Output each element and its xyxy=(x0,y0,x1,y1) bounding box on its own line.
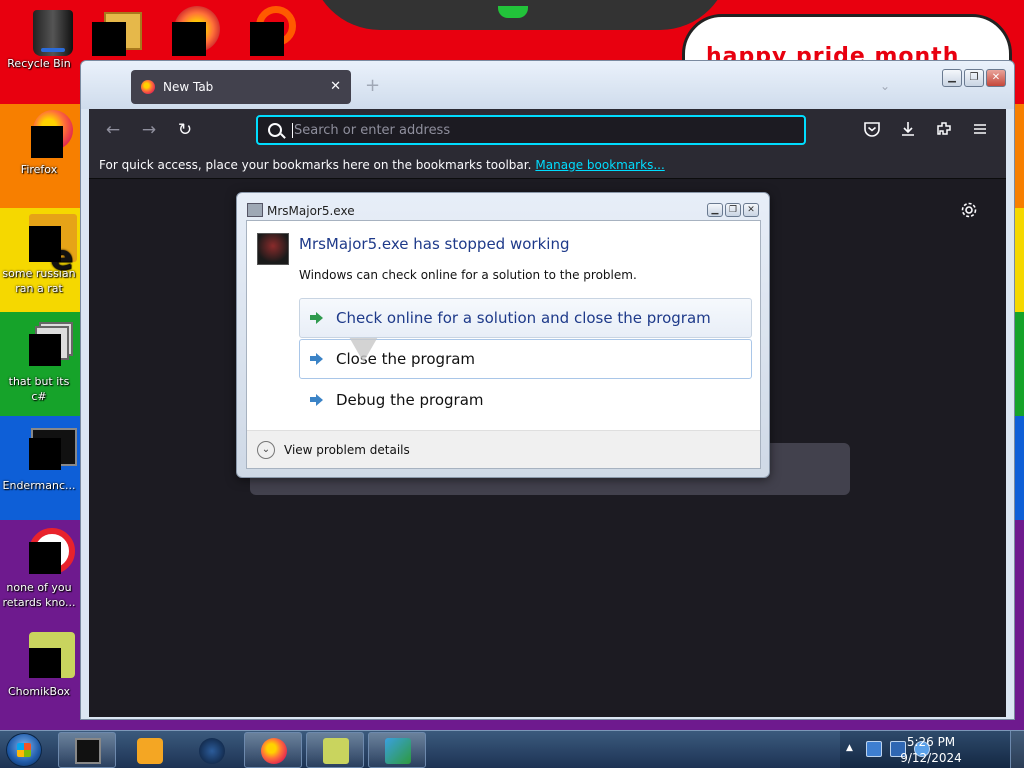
url-bar[interactable]: Search or enter address xyxy=(256,115,806,145)
taskbar-app-firefox[interactable] xyxy=(244,732,302,768)
desktop-icon-browser[interactable] xyxy=(170,6,224,60)
desktop-icon-label: ChomikBox xyxy=(8,685,70,698)
navigation-toolbar: ← → ↻ Search or enter address xyxy=(89,109,1006,151)
desktop-icon-files[interactable] xyxy=(92,6,146,60)
minimize-button[interactable]: ▁ xyxy=(942,69,962,87)
chomikbox-icon xyxy=(15,632,75,680)
menu-icon[interactable] xyxy=(970,120,990,140)
recycle-bin-icon xyxy=(15,4,73,56)
firefox-icon xyxy=(141,80,155,94)
pocket-icon[interactable] xyxy=(862,120,882,140)
download-icon[interactable] xyxy=(898,120,918,140)
arrow-right-icon xyxy=(310,393,324,407)
taskbar-app-opera[interactable] xyxy=(182,732,240,768)
tray-app-icon[interactable] xyxy=(866,741,882,757)
terminal-icon xyxy=(75,738,101,764)
tab-new-tab[interactable]: New Tab ✕ xyxy=(131,70,351,104)
tray-expand-icon[interactable]: ▲ xyxy=(846,743,853,753)
chomikbox-icon xyxy=(323,738,349,764)
bookmarks-prompt: For quick access, place your bookmarks h… xyxy=(99,157,532,172)
arrow-right-icon xyxy=(310,311,324,325)
toolbar-actions xyxy=(862,120,990,140)
file-icon xyxy=(15,322,73,370)
url-placeholder: Search or enter address xyxy=(294,122,451,138)
close-tab-icon[interactable]: ✕ xyxy=(330,79,341,94)
taskbar-app-chomikbox[interactable] xyxy=(306,732,364,768)
extensions-icon[interactable] xyxy=(934,120,954,140)
taskbar-app-installer[interactable] xyxy=(368,732,426,768)
desktop-icon-firefox[interactable]: Firefox xyxy=(0,110,78,177)
back-button[interactable]: ← xyxy=(101,119,125,141)
chevron-down-icon[interactable]: ⌄ xyxy=(257,440,275,459)
close-window-button[interactable]: ✕ xyxy=(986,69,1006,87)
window-controls: ▁ ❐ ✕ xyxy=(942,69,1006,87)
desktop-icon-c-sharp[interactable]: that but its c# xyxy=(0,322,78,404)
globe-icon xyxy=(199,738,225,764)
media-player-icon xyxy=(137,738,163,764)
desktop-icon-label: none of you retards kno... xyxy=(2,581,76,609)
start-button[interactable] xyxy=(6,733,42,767)
dialog-footer: ⌄ View problem details xyxy=(247,430,760,468)
installer-icon xyxy=(385,738,411,764)
desktop-icon-endermanch[interactable]: Endermanc... xyxy=(0,426,78,493)
new-tab-button[interactable]: + xyxy=(365,75,380,96)
dialog-window-controls: ▁ ❐ ✕ xyxy=(707,203,759,217)
dialog-restore-button[interactable]: ❐ xyxy=(725,203,741,217)
dialog-minimize-button[interactable]: ▁ xyxy=(707,203,723,217)
terminal-icon xyxy=(15,426,77,474)
reload-button[interactable]: ↻ xyxy=(173,119,197,141)
clock-time[interactable]: 5:26 PM xyxy=(896,735,966,749)
option-label: Debug the program xyxy=(336,391,484,409)
desktop-icon-russian-rat[interactable]: some russian ran a rat xyxy=(0,214,78,296)
show-desktop-button[interactable] xyxy=(1010,731,1024,768)
dialog-heading: MrsMajor5.exe has stopped working xyxy=(299,235,570,253)
forward-button[interactable]: → xyxy=(137,119,161,141)
desktop-icon-chomikbox[interactable]: ChomikBox xyxy=(0,632,78,699)
java-file-icon xyxy=(15,214,77,266)
desktop-icon-opera-top[interactable] xyxy=(248,6,302,60)
taskbar-app-media-player[interactable] xyxy=(120,732,178,768)
taskbar: ▲ 5:26 PM 9/12/2024 xyxy=(0,730,1024,768)
arrow-right-icon xyxy=(310,352,324,366)
firefox-icon xyxy=(15,110,73,158)
error-dialog[interactable]: MrsMajor5.exe ▁ ❐ ✕ MrsMajor5.exe has st… xyxy=(236,192,770,478)
desktop-icon-label: Endermanc... xyxy=(2,479,76,492)
desktop-icon-opera[interactable]: none of you retards kno... xyxy=(0,528,78,610)
desktop-icon-label: Firefox xyxy=(20,163,58,176)
system-tray: ▲ 5:26 PM 9/12/2024 xyxy=(840,731,1024,768)
dialog-body: MrsMajor5.exe has stopped working Window… xyxy=(246,220,761,469)
program-icon xyxy=(247,203,263,217)
clock-date[interactable]: 9/12/2024 xyxy=(896,751,966,765)
dialog-title: MrsMajor5.exe xyxy=(267,204,355,218)
redaction-block xyxy=(250,22,284,56)
bookmarks-toolbar: For quick access, place your bookmarks h… xyxy=(89,151,1006,179)
dialog-description: Windows can check online for a solution … xyxy=(299,268,637,282)
opera-icon xyxy=(15,528,75,576)
list-all-tabs-button[interactable]: ⌄ xyxy=(880,79,890,93)
gear-icon[interactable] xyxy=(960,201,978,224)
wallpaper-green-mark xyxy=(498,6,528,18)
dialog-close-button[interactable]: ✕ xyxy=(743,203,759,217)
desktop-icon-label: that but its c# xyxy=(8,375,70,403)
debug-program-button[interactable]: Debug the program xyxy=(299,380,752,420)
option-label: Check online for a solution and close th… xyxy=(336,309,711,327)
desktop-icon-label: Recycle Bin xyxy=(7,57,71,70)
taskbar-app-terminal[interactable] xyxy=(58,732,116,768)
view-details-toggle[interactable]: View problem details xyxy=(284,443,410,457)
firefox-icon xyxy=(261,738,287,764)
tab-title: New Tab xyxy=(163,80,214,94)
redaction-block xyxy=(92,22,126,56)
search-icon xyxy=(268,123,282,137)
text-caret xyxy=(292,122,293,138)
restore-button[interactable]: ❐ xyxy=(964,69,984,87)
app-avatar xyxy=(257,233,289,265)
desktop-icon-recycle-bin[interactable]: Recycle Bin xyxy=(0,4,78,71)
redaction-block xyxy=(172,22,206,56)
manage-bookmarks-link[interactable]: Manage bookmarks... xyxy=(535,158,664,172)
